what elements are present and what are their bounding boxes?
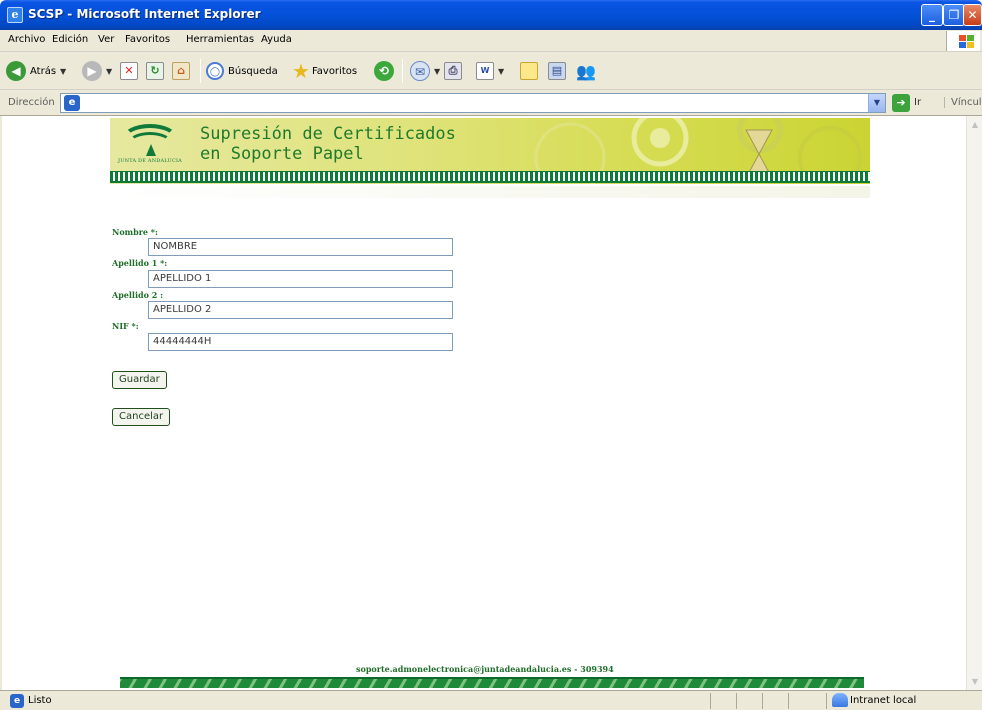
forward-icon: ▶ xyxy=(82,61,102,81)
stop-icon: ✕ xyxy=(120,62,138,80)
menu-favoritos[interactable]: Favoritos xyxy=(125,34,170,45)
go-arrow-icon[interactable]: ➔ xyxy=(892,94,910,112)
stop-button[interactable]: ✕ xyxy=(120,60,138,82)
search-icon: ○ xyxy=(206,62,224,80)
nif-label: NIF *: xyxy=(112,321,139,331)
window-title-bar[interactable]: e SCSP - Microsoft Internet Explorer _ ❐… xyxy=(0,0,982,30)
page-viewport: JUNTA DE ANDALUCIA Supresión de Certific… xyxy=(0,116,982,690)
refresh-icon: ↻ xyxy=(146,62,164,80)
search-button[interactable]: ○ Búsqueda xyxy=(206,60,278,82)
go-button[interactable]: Ir xyxy=(914,97,921,108)
menu-bar: Archivo Edición Ver Favoritos Herramient… xyxy=(0,30,982,52)
edit-button[interactable]: W ▼ xyxy=(476,60,504,82)
menu-ver[interactable]: Ver xyxy=(98,34,114,45)
address-label: Dirección xyxy=(8,97,55,108)
address-input[interactable]: e ▼ xyxy=(60,93,886,113)
discuss-button[interactable] xyxy=(520,60,538,82)
menu-archivo[interactable]: Archivo xyxy=(8,34,45,45)
banner-stripe xyxy=(110,171,870,183)
menu-ayuda[interactable]: Ayuda xyxy=(261,34,292,45)
history-icon: ⟲ xyxy=(374,61,394,81)
page-status-icon: e xyxy=(10,694,24,708)
mail-button[interactable]: ✉ ▼ xyxy=(410,60,440,82)
home-icon: ⌂ xyxy=(172,62,190,80)
history-button[interactable]: ⟲ xyxy=(374,60,394,82)
window-title: SCSP - Microsoft Internet Explorer xyxy=(28,7,261,21)
forward-button[interactable]: ▶ ▼ xyxy=(82,60,112,82)
chevron-down-icon[interactable]: ▼ xyxy=(434,67,440,76)
apellido2-input[interactable]: APELLIDO 2 xyxy=(148,301,453,319)
ie-app-icon[interactable]: e xyxy=(7,7,23,23)
back-button[interactable]: ◀ Atrás ▼ xyxy=(6,60,66,82)
save-button[interactable]: Guardar xyxy=(112,371,167,389)
status-bar: e Listo Intranet local xyxy=(0,690,982,710)
apellido2-label: Apellido 2 : xyxy=(112,290,164,300)
chevron-down-icon[interactable]: ▼ xyxy=(60,67,66,76)
nombre-label: Nombre *: xyxy=(112,227,158,237)
search-label: Búsqueda xyxy=(228,65,278,77)
menu-herramientas[interactable]: Herramientas xyxy=(186,34,254,45)
chevron-down-icon[interactable]: ▼ xyxy=(106,67,112,76)
logo-text: JUNTA DE ANDALUCIA xyxy=(118,158,182,164)
menu-edicion[interactable]: Edición xyxy=(52,34,88,45)
intranet-zone-icon xyxy=(832,693,848,707)
links-button[interactable]: Vínculos xyxy=(944,97,982,108)
favorites-label: Favoritos xyxy=(311,65,358,77)
cancel-button[interactable]: Cancelar xyxy=(112,408,171,426)
messenger-button[interactable]: 👥 xyxy=(576,60,596,82)
favorites-button[interactable]: ★ Favoritos xyxy=(292,60,357,82)
refresh-button[interactable]: ↻ xyxy=(146,60,164,82)
page-icon: e xyxy=(64,95,80,111)
status-text: Listo xyxy=(28,695,52,706)
scroll-down-icon[interactable]: ▼ xyxy=(967,673,982,690)
close-button[interactable]: ✕ xyxy=(963,4,982,26)
banner-title-line1: Supresión de Certificados xyxy=(200,124,456,144)
word-icon: W xyxy=(476,62,494,80)
standard-toolbar: ◀ Atrás ▼ ▶ ▼ ✕ ↻ ⌂ ○ Búsqueda ★ Favorit… xyxy=(0,52,982,90)
maximize-button[interactable]: ❐ xyxy=(943,4,965,26)
nombre-input[interactable]: NOMBRE xyxy=(148,238,453,256)
back-icon: ◀ xyxy=(6,61,26,81)
messenger-icon: 👥 xyxy=(576,61,596,81)
home-button[interactable]: ⌂ xyxy=(172,60,190,82)
back-label: Atrás xyxy=(30,65,57,77)
footer-stripe xyxy=(120,677,864,688)
research-button[interactable]: ▤ xyxy=(548,60,566,82)
security-zone-label: Intranet local xyxy=(850,695,917,706)
support-contact-link[interactable]: soporte.admonelectronica@juntadeandaluci… xyxy=(356,664,614,674)
nif-input[interactable]: 44444444H xyxy=(148,333,453,351)
vertical-scrollbar[interactable]: ▲ ▼ xyxy=(966,116,982,690)
chevron-down-icon[interactable]: ▼ xyxy=(868,94,885,112)
banner-title-line2: en Soporte Papel xyxy=(200,144,364,164)
windows-logo-icon xyxy=(946,31,980,51)
chevron-down-icon[interactable]: ▼ xyxy=(498,67,504,76)
minimize-button[interactable]: _ xyxy=(921,4,943,26)
apellido1-label: Apellido 1 *: xyxy=(112,258,168,268)
mail-icon: ✉ xyxy=(410,61,430,81)
research-icon: ▤ xyxy=(548,62,566,80)
scroll-up-icon[interactable]: ▲ xyxy=(967,116,982,133)
print-icon: ⎙ xyxy=(444,62,462,80)
favorites-star-icon: ★ xyxy=(292,59,310,83)
folder-icon xyxy=(520,62,538,80)
print-button[interactable]: ⎙ xyxy=(444,60,462,82)
apellido1-input[interactable]: APELLIDO 1 xyxy=(148,270,453,288)
address-bar: Dirección e ▼ ➔ Ir Vínculos xyxy=(0,90,982,116)
